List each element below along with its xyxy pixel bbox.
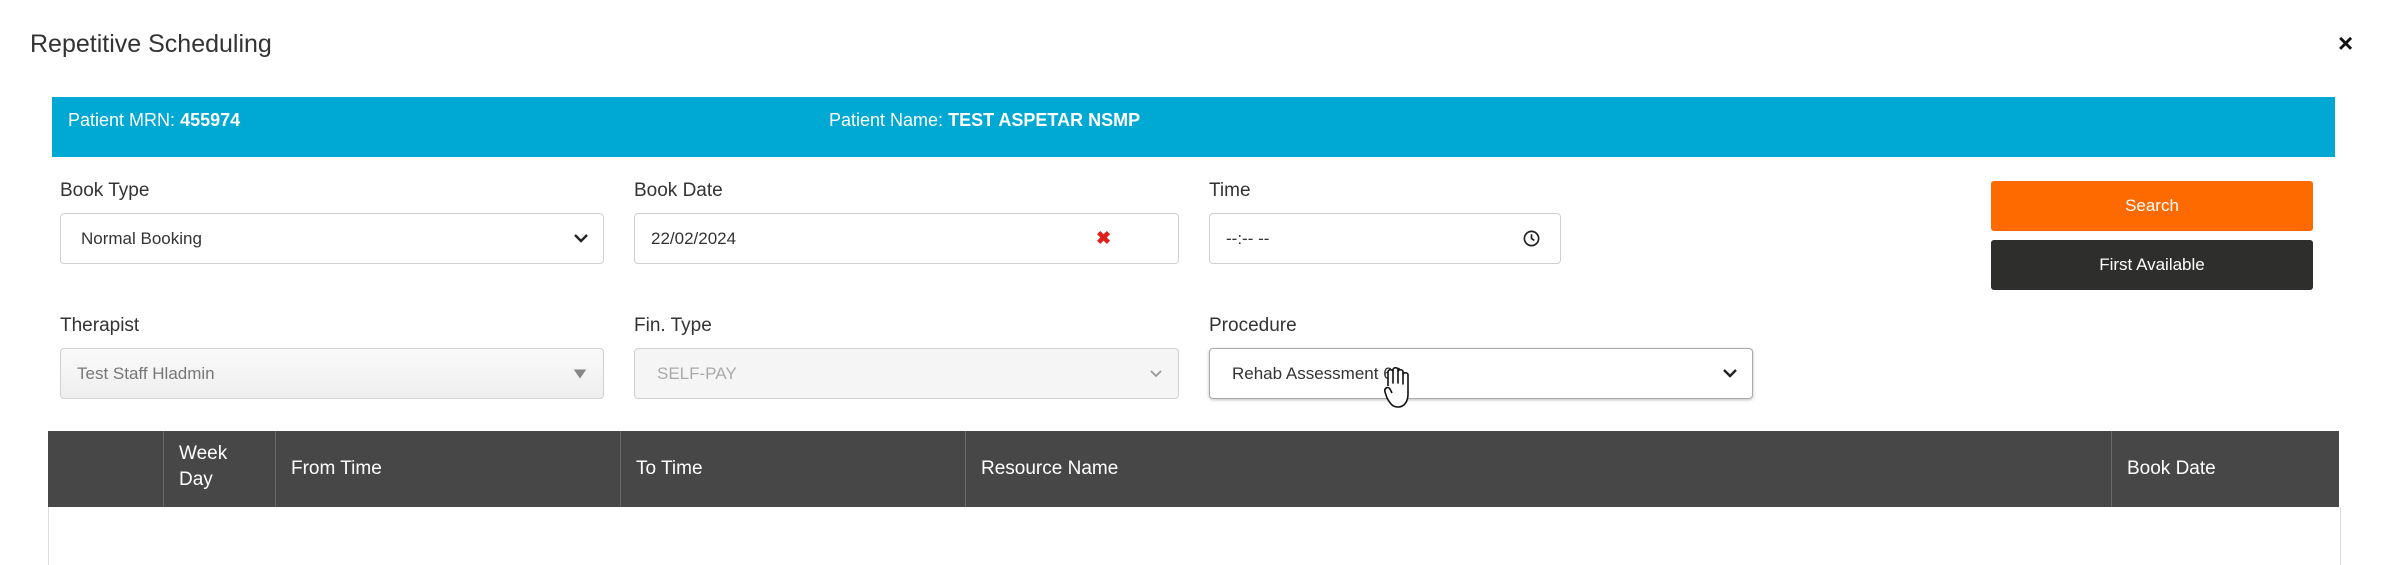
procedure-select[interactable]: Rehab Assessment 60 [1209, 348, 1753, 399]
chevron-down-icon [1150, 370, 1162, 378]
schedule-table-header: Week Day From Time To Time Resource Name… [48, 431, 2339, 507]
column-header-label: Book Date [2127, 458, 2216, 479]
column-header-week-day[interactable]: Week Day [163, 431, 275, 507]
patient-info-bar: Patient MRN: 455974 Patient Name: TEST A… [52, 97, 2335, 157]
patient-mrn: Patient MRN: 455974 [68, 110, 240, 131]
patient-mrn-value: 455974 [180, 110, 241, 130]
patient-name-value: TEST ASPETAR NSMP [948, 110, 1141, 130]
column-header-label: To Time [636, 458, 703, 479]
chevron-down-icon [574, 234, 588, 243]
schedule-table-body [48, 507, 2341, 565]
column-header-to-time[interactable]: To Time [620, 431, 965, 507]
therapist-label: Therapist [60, 315, 140, 336]
close-button[interactable]: × [2338, 30, 2353, 56]
book-type-select[interactable]: Normal Booking [60, 213, 604, 264]
column-header-from-time[interactable]: From Time [275, 431, 620, 507]
caret-down-icon [573, 369, 587, 379]
book-date-input[interactable]: 22/02/2024 ✖ [634, 213, 1179, 264]
book-type-value: Normal Booking [81, 229, 202, 248]
column-header-book-date[interactable]: Book Date [2111, 431, 2339, 507]
column-header-label: From Time [291, 458, 382, 479]
procedure-value: Rehab Assessment 60 [1232, 364, 1403, 383]
column-header-label: Week Day [179, 443, 228, 490]
clear-date-icon[interactable]: ✖ [1096, 228, 1111, 249]
fin-type-value: SELF-PAY [657, 364, 737, 383]
column-header-label: Resource Name [981, 458, 1119, 479]
search-button[interactable]: Search [1991, 181, 2313, 231]
patient-name-label: Patient Name: [829, 110, 944, 130]
procedure-label: Procedure [1209, 315, 1297, 336]
chevron-down-icon [1723, 369, 1737, 378]
therapist-select: Test Staff Hladmin [60, 348, 604, 399]
modal-title: Repetitive Scheduling [30, 30, 272, 58]
book-date-value: 22/02/2024 [651, 229, 737, 248]
book-type-label: Book Type [60, 180, 150, 201]
book-date-label: Book Date [634, 180, 723, 201]
fin-type-select: SELF-PAY [634, 348, 1179, 399]
time-label: Time [1209, 180, 1251, 201]
patient-name: Patient Name: TEST ASPETAR NSMP [829, 110, 1140, 131]
time-value: --:-- -- [1226, 229, 1270, 248]
column-header-resource-name[interactable]: Resource Name [965, 431, 2111, 507]
clock-icon[interactable] [1522, 229, 1541, 248]
first-available-button[interactable]: First Available [1991, 240, 2313, 290]
time-input[interactable]: --:-- -- [1209, 213, 1561, 264]
patient-mrn-label: Patient MRN: [68, 110, 176, 130]
mouse-pointer-icon [1384, 366, 1409, 408]
column-header-select [48, 431, 163, 507]
therapist-value: Test Staff Hladmin [77, 364, 215, 383]
fin-type-label: Fin. Type [634, 315, 712, 336]
